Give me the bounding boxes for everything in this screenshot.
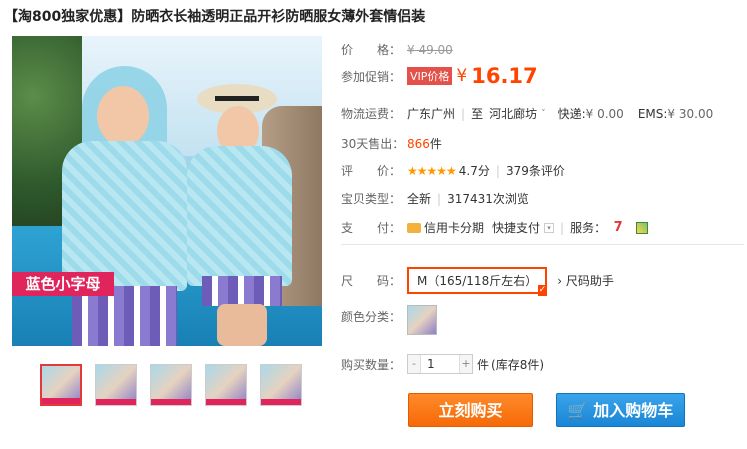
- size-option-selected[interactable]: M（165/118斤左右）: [407, 267, 548, 296]
- quantity-stepper: - 1 +: [407, 354, 473, 374]
- product-title: 【淘800独家优惠】防晒衣长袖透明正品开衫防晒服女薄外套情侣装: [4, 6, 425, 26]
- size-helper-link[interactable]: › 尺码助手: [557, 272, 614, 289]
- original-price: ¥ 49.00: [407, 42, 453, 57]
- credit-installment[interactable]: 信用卡分期: [424, 219, 484, 236]
- image-color-tag: 蓝色小字母: [12, 272, 114, 296]
- review-count-link[interactable]: 379条评价: [506, 162, 565, 179]
- ems-label: EMS:: [637, 106, 668, 121]
- cart-icon: 🛒: [567, 401, 588, 420]
- promo-yen: ¥: [456, 66, 468, 86]
- promo-label: 参加促销：: [341, 69, 402, 84]
- color-row: 颜色分类：: [341, 305, 437, 335]
- size-row: 尺 码： M（165/118斤左右） › 尺码助手: [341, 267, 614, 296]
- thumbnail-1[interactable]: [40, 364, 82, 406]
- sales-row: 30天售出： 866 件: [341, 135, 442, 152]
- view-count: 317431次浏览: [447, 192, 529, 206]
- sales-unit: 件: [429, 137, 442, 151]
- color-label: 颜色分类：: [341, 310, 402, 324]
- vip-badge: VIP价格: [407, 67, 453, 85]
- model-man: [57, 66, 192, 346]
- price-row: 价 格： ¥ 49.00: [341, 41, 453, 58]
- thumbnail-2[interactable]: [95, 364, 137, 406]
- service-badge-icon[interactable]: [636, 221, 649, 234]
- thumbnail-strip: [40, 364, 302, 406]
- buy-now-button[interactable]: 立刻购买: [408, 393, 533, 427]
- rating-row: 评 价： ★★★★★ 4.7分 | 379条评价: [341, 162, 565, 179]
- thumbnail-4[interactable]: [205, 364, 247, 406]
- main-product-image[interactable]: [12, 36, 322, 346]
- express-price: ¥ 0.00: [585, 106, 624, 121]
- sales-label: 30天售出：: [341, 137, 405, 151]
- ship-to-label: 至: [471, 107, 484, 121]
- promo-row: 参加促销： VIP价格 ¥ 16.17: [341, 64, 538, 88]
- product-name: 防晒衣长袖透明正品开衫防晒服女薄外套情侣装: [131, 9, 426, 25]
- divider: [341, 244, 744, 245]
- ship-from: 广东广州: [407, 107, 456, 121]
- add-to-cart-button[interactable]: 🛒 加入购物车: [556, 393, 685, 427]
- add-to-cart-label: 加入购物车: [593, 401, 674, 420]
- model-woman: [177, 76, 297, 346]
- quantity-row: 购买数量： - 1 + 件 (库存8件): [341, 354, 544, 374]
- rating-label: 评 价：: [341, 164, 402, 178]
- ship-to-select[interactable]: 河北廊坊: [489, 105, 537, 122]
- credit-card-icon: [407, 222, 421, 233]
- quantity-label: 购买数量：: [341, 357, 402, 372]
- shipping-label: 物流运费：: [341, 107, 402, 121]
- promo-price: 16.17: [471, 64, 538, 88]
- quantity-minus-button[interactable]: -: [408, 355, 420, 373]
- payment-row: 支 付： 信用卡分期 快捷支付 ▾ | 服务： 7: [341, 219, 649, 236]
- service-label: 服务：: [570, 221, 607, 235]
- quantity-input[interactable]: 1: [420, 355, 460, 373]
- seven-day-return-icon[interactable]: 7: [610, 220, 626, 236]
- quick-pay[interactable]: 快捷支付: [492, 219, 540, 236]
- item-type-value: 全新: [407, 192, 432, 206]
- rating-score: 4.7分: [458, 164, 490, 178]
- quantity-unit: 件: [477, 357, 490, 372]
- item-type-row: 宝贝类型： 全新 | 317431次浏览: [341, 191, 529, 207]
- payment-label: 支 付：: [341, 221, 402, 235]
- dropdown-icon[interactable]: ▾: [544, 222, 555, 233]
- ems-price: ¥ 30.00: [667, 106, 714, 121]
- express-label: 快递:: [557, 107, 586, 121]
- size-label: 尺 码：: [341, 274, 402, 288]
- chevron-down-icon[interactable]: ˅: [541, 109, 546, 119]
- rating-stars: ★★★★★: [407, 163, 457, 178]
- stock-count: (库存8件): [491, 357, 545, 372]
- color-swatch[interactable]: [407, 305, 437, 335]
- quantity-plus-button[interactable]: +: [460, 355, 472, 373]
- thumbnail-3[interactable]: [150, 364, 192, 406]
- price-label: 价 格：: [341, 43, 402, 57]
- thumbnail-5[interactable]: [260, 364, 302, 406]
- item-type-label: 宝贝类型：: [341, 192, 402, 206]
- sales-count: 866: [407, 136, 430, 151]
- shipping-row: 物流运费： 广东广州 | 至 河北廊坊 ˅ 快递: ¥ 0.00 EMS: ¥ …: [341, 105, 714, 122]
- promo-bracket: 【淘800独家优惠】: [4, 9, 132, 25]
- size-helper-label: 尺码助手: [565, 274, 614, 288]
